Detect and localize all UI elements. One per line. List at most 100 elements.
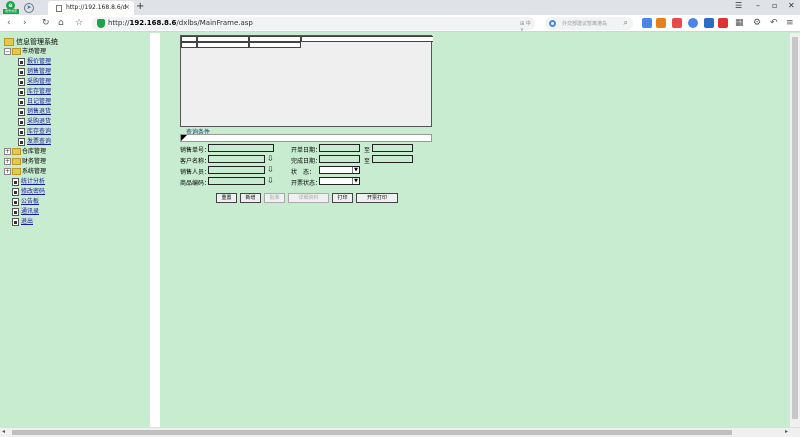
extension-icon[interactable] [672,18,682,28]
tree-item[interactable]: 公告板 [12,197,39,207]
tree-item-link[interactable]: 库存管理 [27,88,51,95]
root-folder-icon [4,38,14,46]
scroll-left-icon[interactable]: ◂ [2,428,5,435]
customer-input[interactable] [208,155,265,163]
vertical-scrollbar[interactable] [790,33,800,427]
expand-plus-icon[interactable]: + [4,168,11,175]
search-placeholder: 外交部建议暂离港岛 [562,21,608,27]
folder-icon [12,158,21,165]
invoice-print-button[interactable]: 开票打印 [356,193,398,203]
extension-icon[interactable] [704,18,714,28]
forward-icon[interactable]: › [23,18,27,28]
chevron-down-icon: ▼ [352,167,359,173]
tree-item-link[interactable]: 采购退货 [27,118,51,125]
browser-home-icon[interactable]: ➤ [24,3,34,13]
horizontal-scrollbar[interactable]: ◂ ▸ [0,427,800,437]
window-minimize-button[interactable]: – [756,1,760,10]
query-title-bar [180,134,432,142]
frame-divider[interactable] [150,33,160,427]
tree-item-link[interactable]: 库存查询 [27,128,51,135]
tree-item[interactable]: 统计分析 [12,177,45,187]
corner-triangle-icon [181,135,187,141]
tree-item-link[interactable]: 报价管理 [27,58,51,65]
document-icon [18,117,25,126]
back-icon[interactable]: ‹ [7,18,11,28]
new-tab-button[interactable]: + [136,1,144,12]
new-button[interactable]: 新增 [240,193,261,203]
extension-icon[interactable] [656,18,666,28]
finish-date-from-input[interactable] [319,155,360,163]
tree-group-system[interactable]: + 系统管理 [4,167,46,177]
tree-item-link[interactable]: 统计分析 [21,178,45,185]
search-extension-icon[interactable] [688,18,698,28]
tree-item[interactable]: 采购管理 [18,77,51,87]
tree-item[interactable]: 日记管理 [18,97,51,107]
tree-item-link[interactable]: 采购管理 [27,78,51,85]
tree-item-link[interactable]: 修改密码 [21,188,45,195]
bookmark-star-icon[interactable]: ☆ [75,18,83,28]
extension-icon[interactable] [642,18,652,28]
tree-item[interactable]: 退出 [12,217,33,227]
scroll-right-icon[interactable]: ▸ [785,428,788,435]
tree-item-link[interactable]: 发票查询 [27,138,51,145]
scrollbar-thumb[interactable] [792,37,798,419]
print-button[interactable]: 打印 [332,193,353,203]
tree-root: 信息管理系统 [4,37,58,47]
tree-item[interactable]: 库存管理 [18,87,51,97]
collapse-minus-icon[interactable]: − [4,48,11,55]
extension-icon[interactable] [718,18,728,28]
tree-item-link[interactable]: 通讯录 [21,208,39,215]
security-shield-icon [97,19,105,28]
tree-item[interactable]: 修改密码 [12,187,45,197]
lookup-arrow-icon[interactable]: ⇩ [267,155,274,163]
expand-plus-icon[interactable]: + [4,148,11,155]
window-menu-icon[interactable]: ☰ [735,1,742,10]
open-date-from-input[interactable] [319,144,360,152]
document-icon [18,127,25,136]
tree-item[interactable]: 报价管理 [18,57,51,67]
window-maximize-button[interactable]: ▫ [772,1,777,10]
tree-group-finance[interactable]: + 财务管理 [4,157,46,167]
tree-item-link[interactable]: 退出 [21,218,33,225]
main-frame: 查询条件 销售单号： 开单日期： 至 客户名称： ⇩ 完成日期： 至 销售人员：… [160,33,790,427]
tree-item-link[interactable]: 公告板 [21,198,39,205]
apps-grid-icon[interactable]: ▦ [735,18,744,28]
tree-item[interactable]: 发票查询 [18,137,51,147]
tree-item-link[interactable]: 销售退货 [27,108,51,115]
tree-item-link[interactable]: 日记管理 [27,98,51,105]
tree-group-warehouse[interactable]: + 仓库管理 [4,147,46,157]
settings-gear-icon[interactable]: ⚙ [753,18,761,28]
tree-item[interactable]: 库存查询 [18,127,51,137]
search-icon[interactable]: ⌕ [624,18,628,28]
tree-item[interactable]: 销售管理 [18,67,51,77]
invoice-status-select[interactable]: ▼ [319,177,360,185]
search-box[interactable]: 外交部建议暂离港岛 ⌕ [545,17,633,30]
tree-item-link[interactable]: 销售管理 [27,68,51,75]
browser-logo: e 瑞雪浏览 [3,1,19,14]
menu-icon[interactable]: ≡ [786,18,794,28]
scrollbar-thumb[interactable] [12,430,732,435]
window-close-button[interactable]: ✕ [788,1,795,10]
finish-date-to-input[interactable] [372,155,413,163]
tree-group-market[interactable]: − 市场管理 [4,47,46,57]
approve-button[interactable]: 批准 [264,193,285,203]
browser-tab[interactable]: http://192.168.8.6/dxlbs/Mai × [48,1,134,15]
home-icon[interactable]: ⌂ [58,18,64,28]
expand-plus-icon[interactable]: + [4,158,11,165]
sales-no-input[interactable] [208,144,274,152]
address-bar[interactable]: http://192.168.8.6/dxlbs/MainFrame.asp ⊞… [92,17,535,33]
tab-close-icon[interactable]: × [124,3,130,11]
detail-button[interactable]: 详细资料 [288,193,329,203]
product-code-input[interactable] [208,177,265,185]
lookup-arrow-icon[interactable]: ⇩ [267,166,274,174]
status-select[interactable]: ▼ [319,166,360,174]
lookup-arrow-icon[interactable]: ⇩ [267,177,274,185]
open-date-to-input[interactable] [372,144,413,152]
reload-icon[interactable]: ↻ [42,18,50,28]
tree-item[interactable]: 销售退货 [18,107,51,117]
reset-button[interactable]: 重置 [216,193,237,203]
salesman-input[interactable] [208,166,265,174]
tree-item[interactable]: 采购退货 [18,117,51,127]
undo-icon[interactable]: ↶ [770,18,778,28]
tree-item[interactable]: 通讯录 [12,207,39,217]
